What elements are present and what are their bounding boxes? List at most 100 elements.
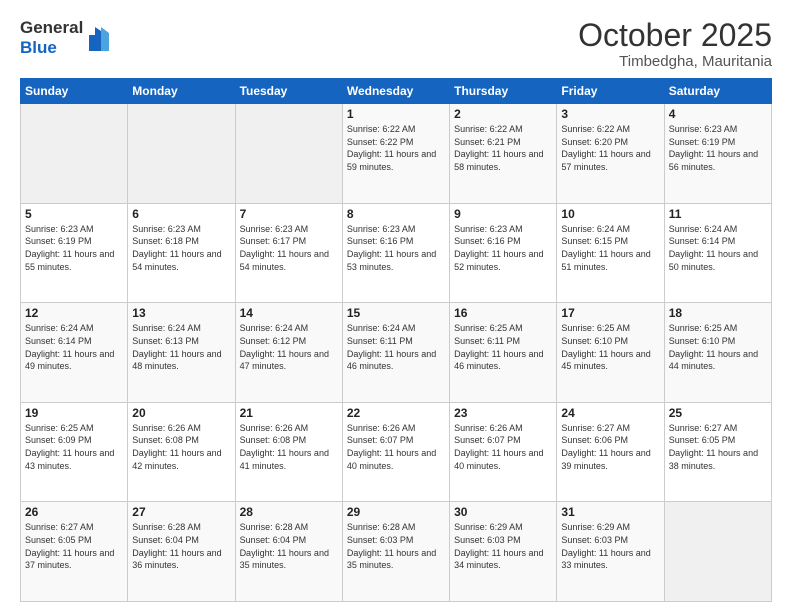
week-row-3: 12 Sunrise: 6:24 AMSunset: 6:14 PMDayligh… [21,303,772,403]
day-number: 25 [669,406,767,420]
calendar-cell: 21 Sunrise: 6:26 AMSunset: 6:08 PMDayligh… [235,402,342,502]
calendar-table: SundayMondayTuesdayWednesdayThursdayFrid… [20,78,772,602]
day-info: Sunrise: 6:24 AMSunset: 6:14 PMDaylight:… [25,322,123,372]
day-number: 5 [25,207,123,221]
calendar-cell: 23 Sunrise: 6:26 AMSunset: 6:07 PMDayligh… [450,402,557,502]
weekday-sunday: Sunday [21,79,128,104]
logo-icon [87,25,109,53]
day-number: 6 [132,207,230,221]
day-number: 20 [132,406,230,420]
day-number: 19 [25,406,123,420]
day-info: Sunrise: 6:25 AMSunset: 6:10 PMDaylight:… [561,322,659,372]
week-row-1: 1Sunrise: 6:22 AMSunset: 6:22 PMDaylight… [21,104,772,204]
day-number: 29 [347,505,445,519]
day-info: Sunrise: 6:25 AMSunset: 6:10 PMDaylight:… [669,322,767,372]
page: General Blue October 2025 Timbedgha, Mau… [0,0,792,612]
calendar-cell [664,502,771,602]
calendar-title: October 2025 [578,18,772,53]
weekday-monday: Monday [128,79,235,104]
day-info: Sunrise: 6:24 AMSunset: 6:11 PMDaylight:… [347,322,445,372]
day-info: Sunrise: 6:27 AMSunset: 6:05 PMDaylight:… [669,422,767,472]
day-info: Sunrise: 6:28 AMSunset: 6:04 PMDaylight:… [132,521,230,571]
day-number: 10 [561,207,659,221]
calendar-cell: 24 Sunrise: 6:27 AMSunset: 6:06 PMDayligh… [557,402,664,502]
day-number: 21 [240,406,338,420]
day-number: 27 [132,505,230,519]
day-number: 24 [561,406,659,420]
day-info: Sunrise: 6:23 AMSunset: 6:17 PMDaylight:… [240,223,338,273]
calendar-cell: 25 Sunrise: 6:27 AMSunset: 6:05 PMDayligh… [664,402,771,502]
calendar-cell [21,104,128,204]
calendar-cell: 17 Sunrise: 6:25 AMSunset: 6:10 PMDayligh… [557,303,664,403]
day-info: Sunrise: 6:27 AMSunset: 6:06 PMDaylight:… [561,422,659,472]
day-number: 22 [347,406,445,420]
day-info: Sunrise: 6:26 AMSunset: 6:08 PMDaylight:… [132,422,230,472]
day-number: 8 [347,207,445,221]
day-number: 12 [25,306,123,320]
calendar-cell: 4Sunrise: 6:23 AMSunset: 6:19 PMDaylight… [664,104,771,204]
day-number: 3 [561,107,659,121]
logo-general: General [20,18,83,37]
logo: General Blue [20,18,109,57]
calendar-cell: 8 Sunrise: 6:23 AMSunset: 6:16 PMDaylight… [342,203,449,303]
weekday-saturday: Saturday [664,79,771,104]
day-number: 23 [454,406,552,420]
day-info: Sunrise: 6:25 AMSunset: 6:11 PMDaylight:… [454,322,552,372]
day-info: Sunrise: 6:23 AMSunset: 6:16 PMDaylight:… [454,223,552,273]
calendar-cell: 29 Sunrise: 6:28 AMSunset: 6:03 PMDayligh… [342,502,449,602]
calendar-cell: 15 Sunrise: 6:24 AMSunset: 6:11 PMDayligh… [342,303,449,403]
day-number: 4 [669,107,767,121]
day-info: Sunrise: 6:29 AMSunset: 6:03 PMDaylight:… [454,521,552,571]
day-number: 9 [454,207,552,221]
day-info: Sunrise: 6:24 AMSunset: 6:13 PMDaylight:… [132,322,230,372]
weekday-tuesday: Tuesday [235,79,342,104]
day-info: Sunrise: 6:28 AMSunset: 6:04 PMDaylight:… [240,521,338,571]
day-info: Sunrise: 6:24 AMSunset: 6:12 PMDaylight:… [240,322,338,372]
day-info: Sunrise: 6:23 AMSunset: 6:19 PMDaylight:… [25,223,123,273]
calendar-cell: 10 Sunrise: 6:24 AMSunset: 6:15 PMDayligh… [557,203,664,303]
day-info: Sunrise: 6:22 AMSunset: 6:20 PMDaylight:… [561,123,659,173]
day-info: Sunrise: 6:23 AMSunset: 6:16 PMDaylight:… [347,223,445,273]
day-info: Sunrise: 6:26 AMSunset: 6:07 PMDaylight:… [454,422,552,472]
day-info: Sunrise: 6:26 AMSunset: 6:08 PMDaylight:… [240,422,338,472]
day-number: 18 [669,306,767,320]
week-row-2: 5 Sunrise: 6:23 AMSunset: 6:19 PMDaylight… [21,203,772,303]
calendar-cell: 26 Sunrise: 6:27 AMSunset: 6:05 PMDayligh… [21,502,128,602]
title-block: October 2025 Timbedgha, Mauritania [578,18,772,70]
day-number: 2 [454,107,552,121]
day-number: 11 [669,207,767,221]
calendar-cell: 12 Sunrise: 6:24 AMSunset: 6:14 PMDayligh… [21,303,128,403]
day-number: 26 [25,505,123,519]
weekday-thursday: Thursday [450,79,557,104]
calendar-cell: 27 Sunrise: 6:28 AMSunset: 6:04 PMDayligh… [128,502,235,602]
calendar-cell: 1Sunrise: 6:22 AMSunset: 6:22 PMDaylight… [342,104,449,204]
day-info: Sunrise: 6:22 AMSunset: 6:21 PMDaylight:… [454,123,552,173]
day-number: 15 [347,306,445,320]
logo-blue: Blue [20,38,57,57]
day-info: Sunrise: 6:24 AMSunset: 6:14 PMDaylight:… [669,223,767,273]
calendar-cell: 7Sunrise: 6:23 AMSunset: 6:17 PMDaylight… [235,203,342,303]
calendar-subtitle: Timbedgha, Mauritania [578,53,772,70]
day-info: Sunrise: 6:24 AMSunset: 6:15 PMDaylight:… [561,223,659,273]
calendar-cell: 28 Sunrise: 6:28 AMSunset: 6:04 PMDayligh… [235,502,342,602]
day-info: Sunrise: 6:29 AMSunset: 6:03 PMDaylight:… [561,521,659,571]
calendar-cell: 19 Sunrise: 6:25 AMSunset: 6:09 PMDayligh… [21,402,128,502]
weekday-header-row: SundayMondayTuesdayWednesdayThursdayFrid… [21,79,772,104]
header: General Blue October 2025 Timbedgha, Mau… [20,18,772,70]
day-info: Sunrise: 6:22 AMSunset: 6:22 PMDaylight:… [347,123,445,173]
calendar-cell: 20 Sunrise: 6:26 AMSunset: 6:08 PMDayligh… [128,402,235,502]
day-number: 17 [561,306,659,320]
day-info: Sunrise: 6:28 AMSunset: 6:03 PMDaylight:… [347,521,445,571]
calendar-cell: 22Sunrise: 6:26 AMSunset: 6:07 PMDayligh… [342,402,449,502]
day-info: Sunrise: 6:25 AMSunset: 6:09 PMDaylight:… [25,422,123,472]
calendar-cell: 6Sunrise: 6:23 AMSunset: 6:18 PMDaylight… [128,203,235,303]
day-number: 28 [240,505,338,519]
day-number: 30 [454,505,552,519]
day-number: 16 [454,306,552,320]
logo-text: General Blue [20,18,83,57]
calendar-cell: 14 Sunrise: 6:24 AMSunset: 6:12 PMDayligh… [235,303,342,403]
week-row-5: 26 Sunrise: 6:27 AMSunset: 6:05 PMDayligh… [21,502,772,602]
week-row-4: 19 Sunrise: 6:25 AMSunset: 6:09 PMDayligh… [21,402,772,502]
day-info: Sunrise: 6:27 AMSunset: 6:05 PMDaylight:… [25,521,123,571]
day-number: 14 [240,306,338,320]
